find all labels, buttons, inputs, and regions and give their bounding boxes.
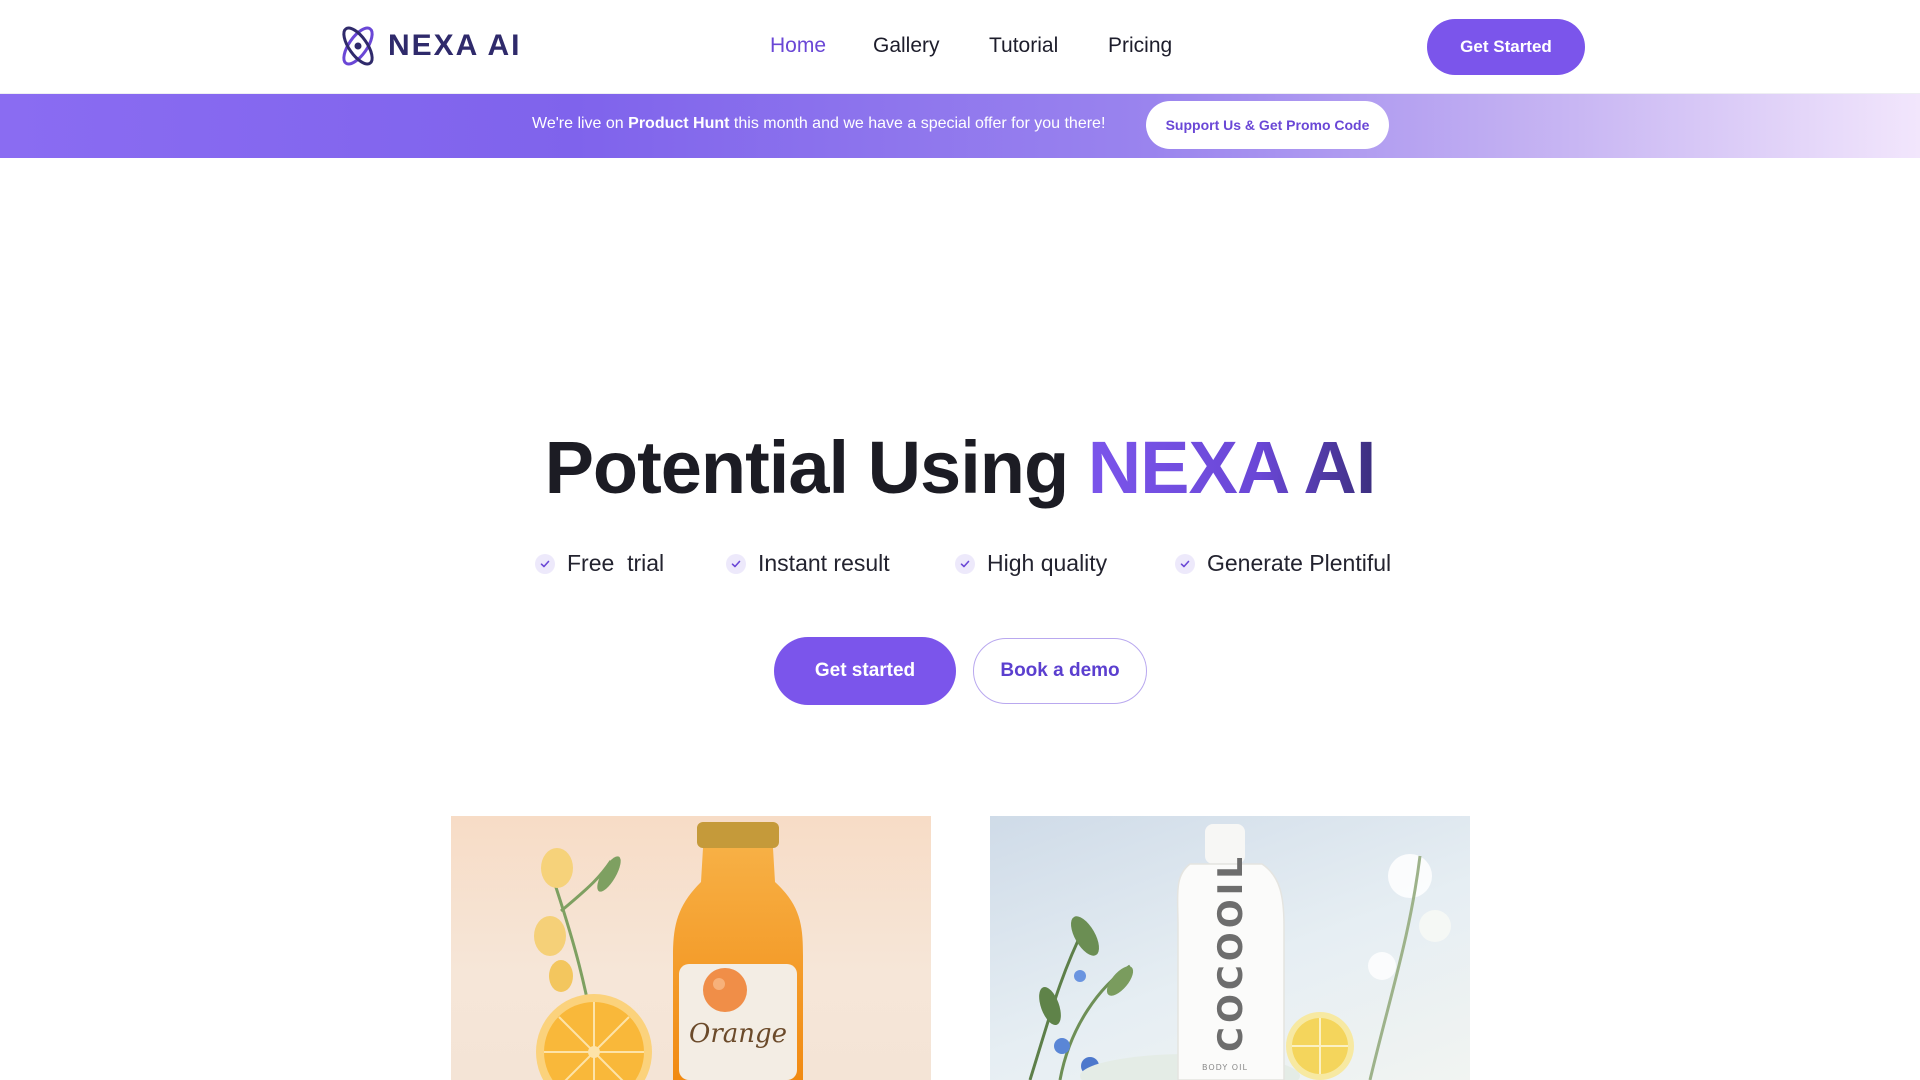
logo-text: NEXA AI: [388, 29, 522, 62]
get-started-header-button[interactable]: Get Started: [1427, 19, 1585, 75]
bottle-label-orange: Orange: [689, 1019, 787, 1049]
gallery-image-coconut-oil[interactable]: COCOOIL BODY OIL: [990, 816, 1470, 1080]
bottle-sublabel: BODY OIL: [1202, 1063, 1248, 1072]
nav-link-pricing[interactable]: Pricing: [1108, 34, 1172, 58]
nav-link-gallery[interactable]: Gallery: [873, 34, 940, 58]
feature-item: Generate Plentiful: [1175, 550, 1391, 577]
check-icon: [535, 553, 555, 574]
hero-title: Potential Using NEXA AI: [0, 422, 1920, 514]
feature-label: Free trial: [567, 550, 665, 576]
promo-code-button[interactable]: Support Us & Get Promo Code: [1146, 101, 1389, 149]
check-icon: [1175, 553, 1195, 574]
hero-title-brand: NEXA AI: [1087, 426, 1377, 509]
hero-title-plain: Potential Using: [544, 426, 1088, 509]
gallery-image-orange-juice[interactable]: Orange: [451, 816, 931, 1080]
main-nav: Home Gallery Tutorial Pricing: [752, 0, 1222, 94]
atom-logo-icon: [342, 26, 374, 66]
orange-juice-photo: Orange: [534, 822, 803, 1080]
top-navbar: NEXA AI Home Gallery Tutorial Pricing Ge…: [0, 0, 1920, 94]
feature-label: High quality: [987, 550, 1108, 576]
nav-link-tutorial[interactable]: Tutorial: [989, 34, 1058, 58]
feature-list: Free trial Instant result High quality G…: [0, 550, 1920, 584]
feature-item: Instant result: [726, 550, 890, 577]
feature-item: Free trial: [535, 550, 664, 577]
book-demo-button[interactable]: Book a demo: [973, 638, 1147, 704]
coconut-oil-photo: COCOOIL BODY OIL: [1028, 824, 1451, 1080]
promo-banner: We're live on Product Hunt this month an…: [0, 94, 1920, 158]
promo-text-after: this month and we have a special offer f…: [729, 115, 1106, 132]
logo[interactable]: NEXA AI: [334, 20, 521, 72]
feature-label: Instant result: [758, 550, 890, 576]
promo-message: We're live on Product Hunt this month an…: [532, 115, 1105, 133]
nav-link-home[interactable]: Home: [770, 34, 826, 58]
feature-item: High quality: [955, 550, 1107, 577]
check-icon: [726, 553, 746, 574]
promo-text-before: We're live on: [532, 115, 629, 132]
check-icon: [955, 553, 975, 574]
get-started-button[interactable]: Get started: [774, 637, 956, 705]
bottle-label-cocooil: COCOOIL: [1211, 853, 1251, 1052]
promo-highlight: Product Hunt: [628, 115, 730, 132]
feature-label: Generate Plentiful: [1207, 550, 1392, 576]
